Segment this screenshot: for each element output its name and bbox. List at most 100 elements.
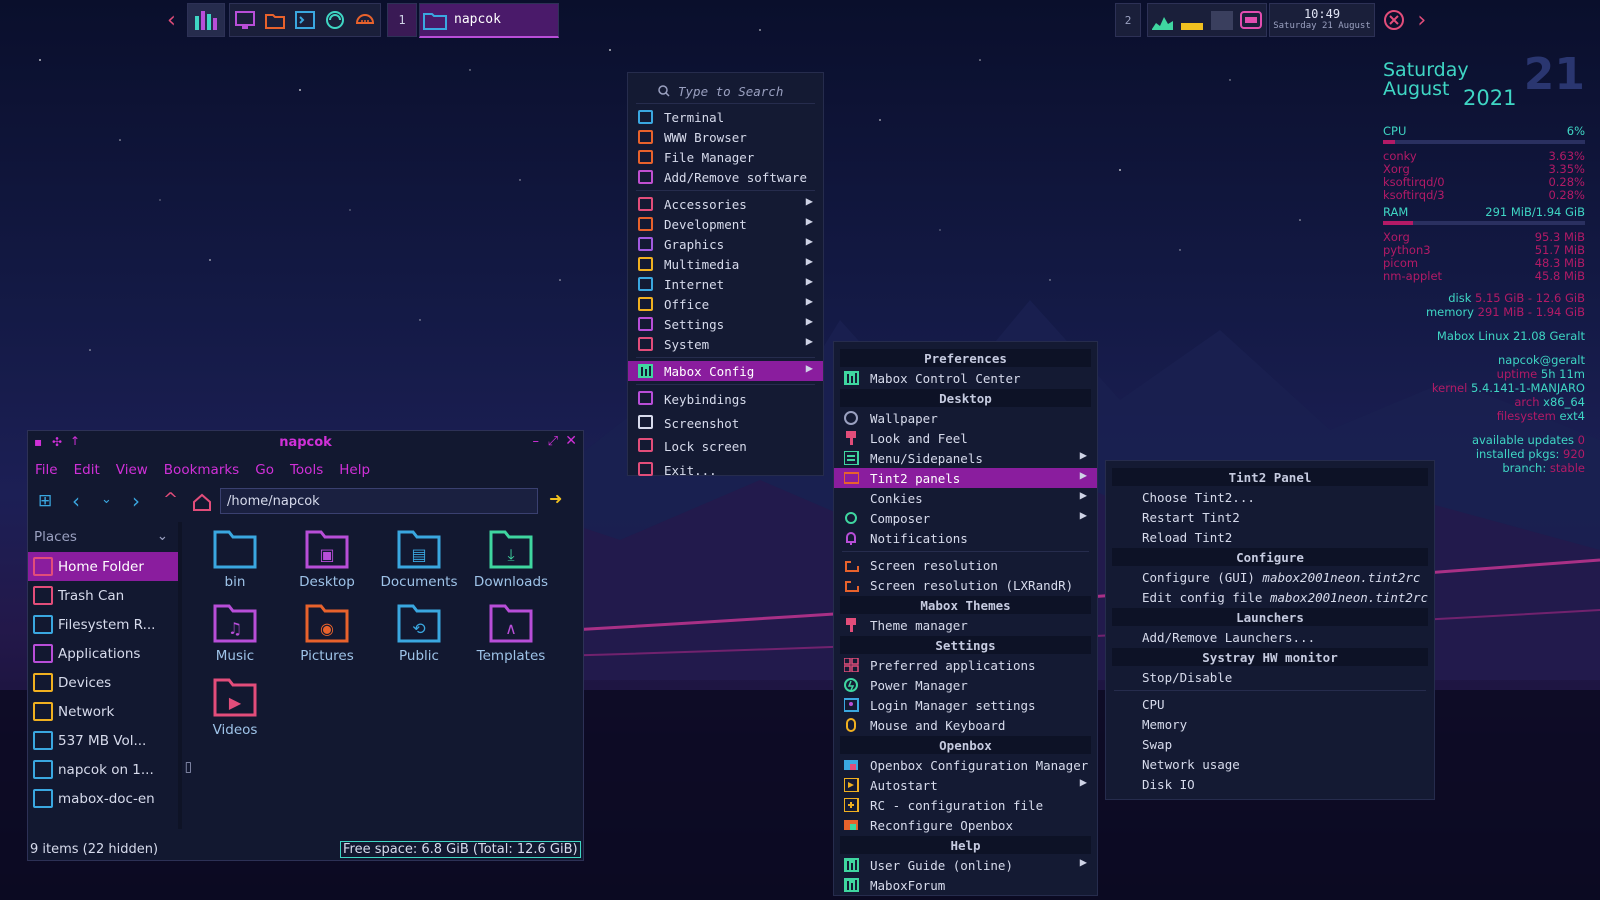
menu-item-memory[interactable]: Memory (1106, 714, 1434, 734)
go-icon[interactable]: ➜ (549, 489, 562, 508)
memory-bar-icon[interactable] (1180, 9, 1204, 31)
home-icon[interactable] (192, 492, 212, 512)
folder-item[interactable]: ▤ Documents (374, 526, 464, 590)
menu-help[interactable]: Help (339, 462, 370, 478)
menu-item-preferred-applications[interactable]: Preferred applications (834, 655, 1097, 675)
menu-item-file-manager[interactable]: File Manager (628, 147, 823, 167)
menu-item-edit-config-file[interactable]: Edit config file mabox2001neon.tint2rc (1106, 587, 1434, 607)
menu-item-system[interactable]: System ▶ (628, 334, 823, 354)
place-applications[interactable]: Applications (28, 639, 178, 668)
menu-file[interactable]: File (35, 462, 58, 478)
minimize-icon[interactable]: – (533, 434, 540, 449)
menu-item-restart-tint2[interactable]: Restart Tint2 (1106, 507, 1434, 527)
menu-item-exit[interactable]: Exit... (628, 459, 823, 483)
menu-item-rc-config-file[interactable]: RC - configuration file (834, 795, 1097, 815)
browser-launcher-icon[interactable] (324, 9, 346, 31)
menu-item-lock-screen[interactable]: Lock screen (628, 435, 823, 459)
menu-item-menu-sidepanels[interactable]: Menu/Sidepanels ▶ (834, 448, 1097, 468)
folder-item[interactable]: ⟲ Public (374, 600, 464, 664)
menu-bookmarks[interactable]: Bookmarks (164, 462, 239, 478)
place-napcok-on-1[interactable]: napcok on 1... ▯ (28, 755, 192, 784)
places-dropdown[interactable]: Places ⌄ (28, 522, 178, 552)
menu-item-screen-resolution[interactable]: Screen resolution (834, 555, 1097, 575)
folder-item[interactable]: ▶ Videos (190, 674, 280, 738)
history-dropdown-icon[interactable]: ⌄ (101, 492, 112, 507)
menu-item-network-usage[interactable]: Network usage (1106, 754, 1434, 774)
place-trash-can[interactable]: Trash Can (28, 581, 178, 610)
menu-item-configure-gui[interactable]: Configure (GUI) mabox2001neon.tint2rc (1106, 567, 1434, 587)
menu-item-notifications[interactable]: Notifications (834, 528, 1097, 548)
desktop-launcher-icon[interactable] (234, 9, 256, 31)
next-workspace-icon[interactable]: › (1415, 8, 1428, 33)
workspace-2-button[interactable]: 2 (1115, 3, 1141, 37)
place-devices[interactable]: Devices (28, 668, 178, 697)
menu-item-reconfigure-openbox[interactable]: Reconfigure Openbox (834, 815, 1097, 835)
menu-item-conkies[interactable]: Conkies ▶ (834, 488, 1097, 508)
menu-item-reload-tint2[interactable]: Reload Tint2 (1106, 527, 1434, 547)
menu-item-autostart[interactable]: Autostart ▶ (834, 775, 1097, 795)
menu-item-add-remove-software[interactable]: Add/Remove software (628, 167, 823, 187)
path-input[interactable] (220, 488, 538, 514)
menu-item-stop-disable[interactable]: Stop/Disable (1106, 667, 1434, 687)
menu-tools[interactable]: Tools (290, 462, 323, 478)
menu-item-accessories[interactable]: Accessories ▶ (628, 194, 823, 214)
place-mabox-doc-en[interactable]: mabox-doc-en (28, 784, 178, 813)
folder-item[interactable]: bin (190, 526, 280, 590)
menu-item-cpu[interactable]: CPU (1106, 694, 1434, 714)
menu-item-internet[interactable]: Internet ▶ (628, 274, 823, 294)
menu-item-screen-resolution-lxrandr[interactable]: Screen resolution (LXRandR) (834, 575, 1097, 595)
menu-item-tint2-panels[interactable]: Tint2 panels ▶ (834, 468, 1097, 488)
menu-item-choose-tint2[interactable]: Choose Tint2... (1106, 487, 1434, 507)
menu-search[interactable]: Type to Search (628, 79, 823, 103)
menu-item-mabox-forum[interactable]: MaboxForum (834, 875, 1097, 895)
menu-item-office[interactable]: Office ▶ (628, 294, 823, 314)
taskbar-window-napcok[interactable]: napcok (419, 2, 559, 38)
menu-item-login-manager[interactable]: Login Manager settings (834, 695, 1097, 715)
files-launcher-icon[interactable] (264, 9, 286, 31)
menu-item-development[interactable]: Development ▶ (628, 214, 823, 234)
folder-item[interactable]: ◉ Pictures (282, 600, 372, 664)
chat-launcher-icon[interactable] (354, 9, 376, 31)
mabox-menu-button[interactable] (187, 3, 225, 37)
menu-item-swap[interactable]: Swap (1106, 734, 1434, 754)
menu-item-terminal[interactable]: Terminal (628, 107, 823, 127)
menu-item-keybindings[interactable]: Keybindings (628, 388, 823, 412)
menu-item-theme-manager[interactable]: Theme manager (834, 615, 1097, 635)
clock[interactable]: 10:49 Saturday 21 August (1269, 3, 1375, 37)
swap-bar-icon[interactable] (1210, 9, 1234, 31)
menu-item-power-manager[interactable]: Power Manager (834, 675, 1097, 695)
close-circle-icon[interactable] (1381, 8, 1411, 32)
menu-edit[interactable]: Edit (74, 462, 100, 478)
menu-item-screenshot[interactable]: Screenshot (628, 412, 823, 436)
menu-item-graphics[interactable]: Graphics ▶ (628, 234, 823, 254)
terminal-launcher-icon[interactable] (294, 9, 316, 31)
folder-item[interactable]: ∧ Templates (466, 600, 556, 664)
cpu-graph-icon[interactable] (1151, 9, 1175, 31)
up-icon[interactable]: ^ (163, 489, 178, 510)
folder-item[interactable]: ▣ Desktop (282, 526, 372, 590)
place-537-mb-vol[interactable]: 537 MB Vol... (28, 726, 178, 755)
menu-go[interactable]: Go (255, 462, 274, 478)
back-icon[interactable]: ‹ (72, 489, 80, 513)
menu-item-www-browser[interactable]: WWW Browser (628, 127, 823, 147)
menu-item-openbox-config-manager[interactable]: Openbox Configuration Manager (834, 755, 1097, 775)
menu-item-wallpaper[interactable]: Wallpaper (834, 408, 1097, 428)
workspace-1-button[interactable]: 1 (387, 3, 417, 37)
menu-item-multimedia[interactable]: Multimedia ▶ (628, 254, 823, 274)
prev-workspace-icon[interactable]: ‹ (165, 8, 187, 33)
folder-item[interactable]: ♫ Music (190, 600, 280, 664)
place-network[interactable]: Network (28, 697, 178, 726)
menu-item-mabox-config[interactable]: Mabox Config ▶ (628, 361, 823, 381)
place-home-folder[interactable]: Home Folder (28, 552, 178, 581)
network-monitor-icon[interactable] (1239, 9, 1263, 31)
folder-item[interactable]: ⤓ Downloads (466, 526, 556, 590)
close-icon[interactable]: ✕ (565, 433, 577, 449)
menu-item-settings[interactable]: Settings ▶ (628, 314, 823, 334)
menu-item-composer[interactable]: Composer ▶ (834, 508, 1097, 528)
forward-icon[interactable]: › (132, 489, 140, 513)
maximize-icon[interactable]: ⤢ (548, 434, 558, 449)
menu-item-add-remove-launchers[interactable]: Add/Remove Launchers... (1106, 627, 1434, 647)
menu-item-user-guide[interactable]: User Guide (online) ▶ (834, 855, 1097, 875)
menu-item-disk-io[interactable]: Disk IO (1106, 774, 1434, 794)
place-filesystem-r[interactable]: Filesystem R... (28, 610, 178, 639)
